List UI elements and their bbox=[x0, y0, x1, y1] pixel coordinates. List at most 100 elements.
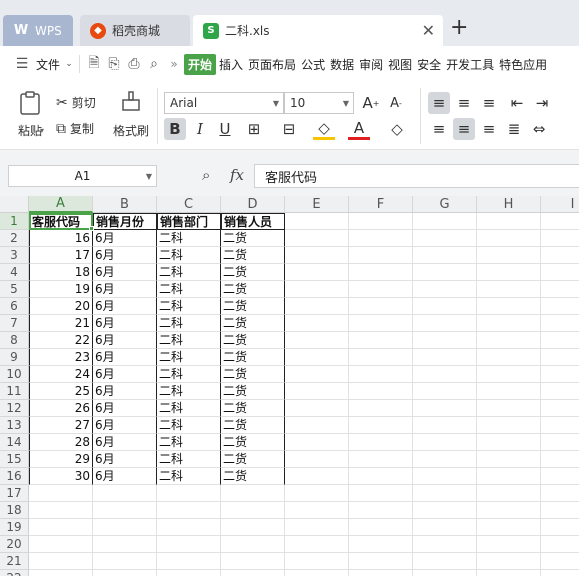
empty-cell[interactable] bbox=[285, 383, 349, 400]
table-cell[interactable]: 二科 bbox=[157, 417, 221, 434]
fx-icon[interactable]: fx bbox=[230, 166, 244, 184]
row-header[interactable]: 13 bbox=[0, 417, 29, 434]
empty-cell[interactable] bbox=[413, 315, 477, 332]
table-cell[interactable]: 二科 bbox=[157, 366, 221, 383]
empty-cell[interactable] bbox=[477, 230, 541, 247]
empty-cell[interactable] bbox=[413, 519, 477, 536]
table-cell[interactable]: 6月 bbox=[93, 434, 157, 451]
menu-file[interactable]: 文件 bbox=[34, 54, 62, 75]
table-cell[interactable]: 二科 bbox=[157, 315, 221, 332]
empty-cell[interactable] bbox=[29, 485, 93, 502]
italic-icon[interactable]: I bbox=[189, 118, 211, 140]
menu-review[interactable]: 审阅 bbox=[357, 54, 385, 75]
zoom-search-icon[interactable]: ⌕ bbox=[202, 166, 210, 184]
table-cell[interactable]: 26 bbox=[29, 400, 93, 417]
empty-cell[interactable] bbox=[541, 264, 579, 281]
table-cell[interactable]: 二货 bbox=[221, 400, 285, 417]
table-cell[interactable]: 二货 bbox=[221, 417, 285, 434]
table-cell[interactable]: 19 bbox=[29, 281, 93, 298]
empty-cell[interactable] bbox=[285, 264, 349, 281]
table-cell[interactable]: 二货 bbox=[221, 332, 285, 349]
table-cell[interactable]: 二科 bbox=[157, 468, 221, 485]
table-cell[interactable]: 6月 bbox=[93, 247, 157, 264]
empty-cell[interactable] bbox=[285, 298, 349, 315]
empty-cell[interactable] bbox=[477, 264, 541, 281]
table-cell[interactable]: 20 bbox=[29, 298, 93, 315]
fill-pattern-icon[interactable]: ⊟ bbox=[278, 118, 300, 140]
empty-cell[interactable] bbox=[541, 553, 579, 570]
table-cell[interactable]: 16 bbox=[29, 230, 93, 247]
empty-cell[interactable] bbox=[285, 451, 349, 468]
row-header[interactable]: 21 bbox=[0, 553, 29, 570]
empty-cell[interactable] bbox=[541, 519, 579, 536]
distributed-align-icon[interactable]: ⇔ bbox=[528, 118, 550, 140]
more-icon[interactable]: » bbox=[164, 54, 184, 74]
table-cell[interactable]: 23 bbox=[29, 349, 93, 366]
row-header[interactable]: 4 bbox=[0, 264, 29, 281]
empty-cell[interactable] bbox=[29, 553, 93, 570]
table-cell[interactable]: 6月 bbox=[93, 264, 157, 281]
table-cell[interactable]: 二科 bbox=[157, 451, 221, 468]
increase-font-size-icon[interactable]: A + bbox=[360, 92, 382, 114]
table-cell[interactable]: 二科 bbox=[157, 332, 221, 349]
column-header-i[interactable]: I bbox=[541, 196, 579, 213]
empty-cell[interactable] bbox=[349, 349, 413, 366]
empty-cell[interactable] bbox=[477, 536, 541, 553]
empty-cell[interactable] bbox=[349, 519, 413, 536]
empty-cell[interactable] bbox=[477, 383, 541, 400]
empty-cell[interactable] bbox=[541, 383, 579, 400]
header-cell[interactable]: 客服代码 bbox=[29, 213, 93, 230]
empty-cell[interactable] bbox=[285, 536, 349, 553]
empty-cell[interactable] bbox=[285, 247, 349, 264]
empty-cell[interactable] bbox=[413, 298, 477, 315]
empty-cell[interactable] bbox=[349, 400, 413, 417]
empty-cell[interactable] bbox=[477, 434, 541, 451]
empty-cell[interactable] bbox=[349, 230, 413, 247]
header-cell[interactable]: 销售人员 bbox=[221, 213, 285, 230]
empty-cell[interactable] bbox=[157, 519, 221, 536]
empty-cell[interactable] bbox=[541, 230, 579, 247]
empty-cell[interactable] bbox=[221, 519, 285, 536]
empty-cell[interactable] bbox=[285, 502, 349, 519]
row-header[interactable]: 18 bbox=[0, 502, 29, 519]
table-cell[interactable]: 6月 bbox=[93, 451, 157, 468]
table-cell[interactable]: 二科 bbox=[157, 230, 221, 247]
row-header[interactable]: 15 bbox=[0, 451, 29, 468]
empty-cell[interactable] bbox=[413, 264, 477, 281]
row-header[interactable]: 14 bbox=[0, 434, 29, 451]
header-cell[interactable]: 销售月份 bbox=[93, 213, 157, 230]
menu-formulas[interactable]: 公式 bbox=[299, 54, 327, 75]
cut-button[interactable]: ✂ 剪切 bbox=[56, 94, 96, 111]
empty-cell[interactable] bbox=[285, 281, 349, 298]
empty-cell[interactable] bbox=[477, 332, 541, 349]
table-cell[interactable]: 27 bbox=[29, 417, 93, 434]
empty-cell[interactable] bbox=[477, 213, 541, 230]
table-cell[interactable]: 21 bbox=[29, 315, 93, 332]
column-header-c[interactable]: C bbox=[157, 196, 221, 213]
tab-file-active[interactable]: S 二科.xls ✕ bbox=[193, 15, 443, 46]
empty-cell[interactable] bbox=[349, 315, 413, 332]
table-cell[interactable]: 二货 bbox=[221, 383, 285, 400]
table-cell[interactable]: 6月 bbox=[93, 383, 157, 400]
clear-format-icon[interactable]: ◇ bbox=[386, 118, 408, 140]
table-cell[interactable]: 30 bbox=[29, 468, 93, 485]
empty-cell[interactable] bbox=[477, 502, 541, 519]
column-header-g[interactable]: G bbox=[413, 196, 477, 213]
empty-cell[interactable] bbox=[477, 519, 541, 536]
empty-cell[interactable] bbox=[157, 536, 221, 553]
empty-cell[interactable] bbox=[349, 434, 413, 451]
empty-cell[interactable] bbox=[349, 417, 413, 434]
menu-insert[interactable]: 插入 bbox=[217, 54, 245, 75]
empty-cell[interactable] bbox=[285, 519, 349, 536]
empty-cell[interactable] bbox=[349, 383, 413, 400]
empty-cell[interactable] bbox=[349, 485, 413, 502]
empty-cell[interactable] bbox=[285, 570, 349, 576]
empty-cell[interactable] bbox=[221, 536, 285, 553]
empty-cell[interactable] bbox=[413, 383, 477, 400]
empty-cell[interactable] bbox=[29, 502, 93, 519]
header-cell[interactable]: 销售部门 bbox=[157, 213, 221, 230]
table-cell[interactable]: 6月 bbox=[93, 349, 157, 366]
empty-cell[interactable] bbox=[413, 570, 477, 576]
empty-cell[interactable] bbox=[157, 502, 221, 519]
empty-cell[interactable] bbox=[541, 332, 579, 349]
